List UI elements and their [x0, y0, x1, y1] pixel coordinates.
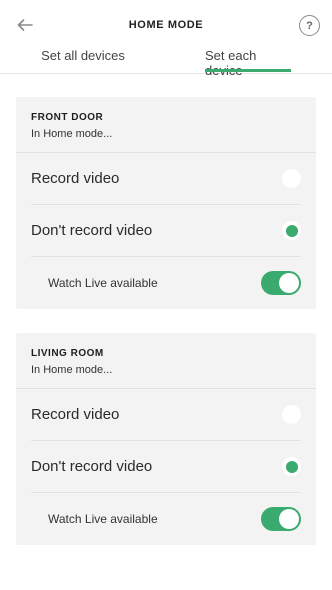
device-subtitle: In Home mode... — [31, 128, 113, 140]
option-label: Record video — [31, 406, 120, 423]
device-name: FRONT DOOR — [31, 112, 104, 123]
option-dont-record-video[interactable]: Don't record video — [31, 205, 301, 257]
watch-live-row: Watch Live available — [48, 257, 301, 309]
help-button[interactable]: ? — [299, 15, 320, 36]
device-subtitle: In Home mode... — [31, 364, 113, 376]
arrow-left-icon — [17, 19, 33, 31]
toggle-knob — [279, 273, 299, 293]
radio-record-video[interactable] — [282, 169, 301, 188]
device-name: LIVING ROOM — [31, 348, 104, 359]
watch-live-row: Watch Live available — [48, 493, 301, 545]
watch-live-label: Watch Live available — [48, 276, 158, 290]
option-label: Record video — [31, 170, 120, 187]
radio-dont-record-video[interactable] — [282, 221, 301, 240]
help-icon: ? — [306, 19, 313, 32]
tab-bar: Set all devices Set each device — [0, 48, 332, 78]
active-tab-indicator — [205, 69, 291, 72]
watch-live-label: Watch Live available — [48, 512, 158, 526]
app-header: HOME MODE ? — [0, 0, 332, 50]
radio-selected-dot — [285, 224, 298, 237]
option-record-video[interactable]: Record video — [31, 389, 301, 441]
toggle-knob — [279, 509, 299, 529]
radio-dont-record-video[interactable] — [282, 457, 301, 476]
watch-live-toggle[interactable] — [261, 507, 301, 531]
page-title: HOME MODE — [128, 19, 204, 31]
card-header: FRONT DOOR In Home mode... — [16, 97, 316, 153]
radio-selected-dot — [285, 460, 298, 473]
radio-record-video[interactable] — [282, 405, 301, 424]
option-dont-record-video[interactable]: Don't record video — [31, 441, 301, 493]
card-header: LIVING ROOM In Home mode... — [16, 333, 316, 389]
device-card-living-room: LIVING ROOM In Home mode... Record video… — [16, 333, 316, 545]
option-label: Don't record video — [31, 458, 153, 475]
back-button[interactable] — [14, 14, 36, 36]
option-label: Don't record video — [31, 222, 153, 239]
tab-set-all-devices[interactable]: Set all devices — [30, 48, 136, 74]
option-record-video[interactable]: Record video — [31, 153, 301, 205]
watch-live-toggle[interactable] — [261, 271, 301, 295]
device-card-front-door: FRONT DOOR In Home mode... Record video … — [16, 97, 316, 309]
